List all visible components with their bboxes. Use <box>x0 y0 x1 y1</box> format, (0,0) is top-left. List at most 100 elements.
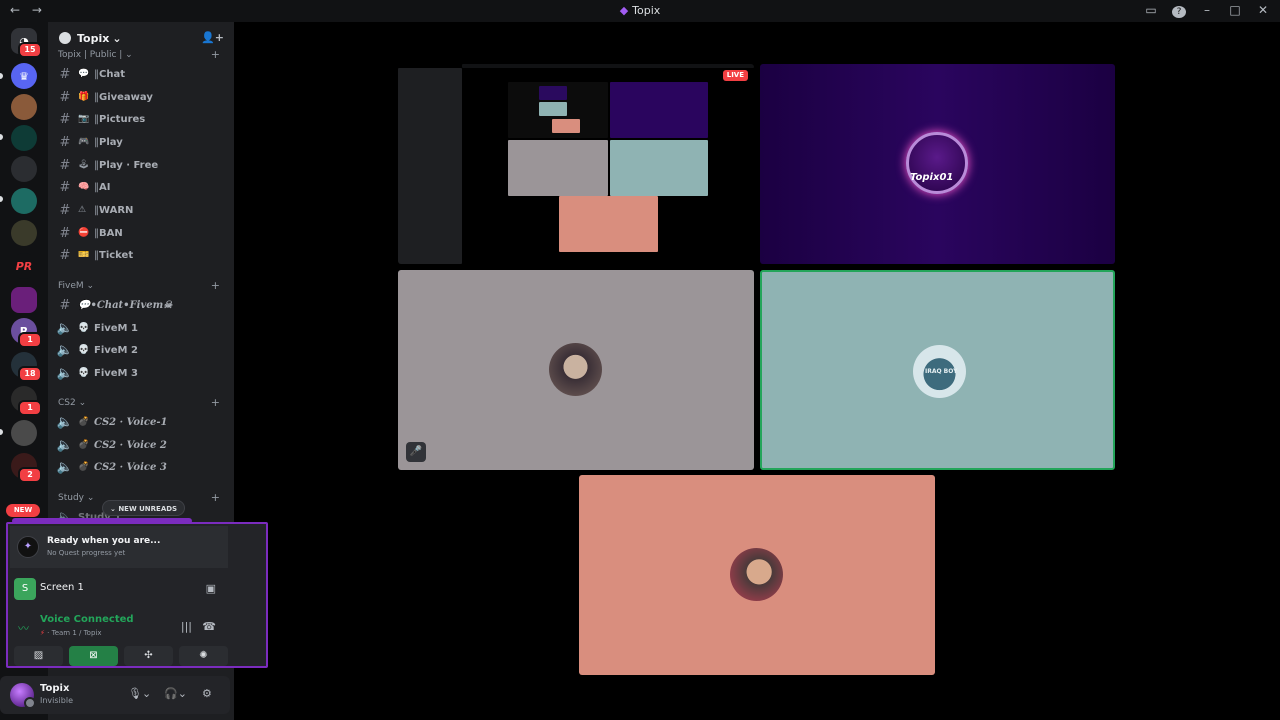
voice-channel-cs2-1[interactable]: 🔈 💣 CS2 · Voice-1 <box>56 412 224 432</box>
category-topix-public[interactable]: Topix | Public | ⌄ <box>58 50 133 60</box>
hashtag-icon: # <box>59 179 71 195</box>
channel-chat[interactable]: # 💬 ‖ Chat <box>56 64 224 84</box>
category-cs2[interactable]: CS2 ⌄ <box>58 398 86 408</box>
voice-status[interactable]: Voice Connected <box>40 614 134 625</box>
stop-stream-icon[interactable]: ▣ <box>206 582 216 595</box>
channel-label: FiveM 1 <box>94 322 138 334</box>
server-avatar-11[interactable]: 2 <box>11 453 42 483</box>
channel-label: Giveaway <box>99 91 153 103</box>
stream-preview-tile <box>610 82 708 138</box>
category-study[interactable]: Study ⌄ <box>58 493 94 503</box>
channel-giveaway[interactable]: # 🎁 ‖ Giveaway <box>56 87 224 107</box>
participant-avatar-label: IRAQ BOY <box>925 368 958 375</box>
soundboard-button[interactable]: ✺ <box>179 646 228 666</box>
channel-emoji: 💬 <box>78 69 90 79</box>
server-avatar-2[interactable] <box>11 125 37 151</box>
channel-label: Ticket <box>99 249 134 261</box>
server-avatar-9[interactable]: 1 <box>11 386 42 416</box>
headphones-icon[interactable]: 🎧⌄ <box>164 687 187 700</box>
server-badge: 1 <box>18 332 42 348</box>
channel-emoji: 💀 <box>78 345 90 355</box>
user-name[interactable]: Topix <box>40 683 69 694</box>
speaker-icon: 🔈 <box>56 459 74 475</box>
server-pr[interactable]: PR <box>11 253 37 279</box>
create-channel-icon[interactable]: + <box>211 491 220 504</box>
category-label: CS2 <box>58 398 76 408</box>
quest-icon: ✦ <box>17 536 39 558</box>
help-icon[interactable]: ? <box>1172 3 1186 18</box>
voice-channel-fivem-3[interactable]: 🔈 💀 FiveM 3 <box>56 363 224 383</box>
home-badge: 15 <box>18 42 42 58</box>
server-crown[interactable]: ♛ <box>11 63 37 89</box>
server-avatar-3[interactable] <box>11 156 37 182</box>
channel-chat-fivem[interactable]: # 💬•Chat•Fivem☠ <box>56 295 224 315</box>
category-fivem[interactable]: FiveM ⌄ <box>58 281 94 291</box>
server-badge: 2 <box>18 467 42 483</box>
disconnect-icon[interactable]: ☎ <box>202 620 216 633</box>
noise-suppression-icon[interactable]: ||| <box>181 620 192 633</box>
share-screen-button[interactable]: ⊠ <box>69 646 118 666</box>
soundboard-icon: ✺ <box>199 650 208 661</box>
activities-button[interactable]: ✣ <box>124 646 173 666</box>
stream-preview-mini <box>552 119 580 133</box>
quest-banner[interactable]: ✦ Ready when you are... No Quest progres… <box>10 526 228 568</box>
server-avatar-7[interactable]: R 1 <box>11 318 42 348</box>
server-avatar-1[interactable] <box>11 94 37 120</box>
server-avatar-8[interactable]: 18 <box>11 352 42 382</box>
window-controls: ▭ ? – □ ✕ <box>1144 3 1270 18</box>
hashtag-icon: # <box>59 202 71 218</box>
chevron-down-icon: ⌄ <box>112 31 122 45</box>
stream-tile[interactable]: LIVE <box>398 64 754 264</box>
close-icon[interactable]: ✕ <box>1256 3 1270 18</box>
minimize-icon[interactable]: – <box>1200 3 1214 18</box>
voice-channel-fivem-2[interactable]: 🔈 💀 FiveM 2 <box>56 340 224 360</box>
create-channel-icon[interactable]: + <box>211 279 220 292</box>
camera-off-button[interactable]: ▨ <box>14 646 63 666</box>
participant-tile-teal[interactable]: IRAQ BOY <box>760 270 1115 470</box>
settings-gear-icon[interactable]: ⚙ <box>202 687 212 700</box>
create-channel-icon[interactable]: + <box>211 48 220 61</box>
server-topix[interactable] <box>11 287 37 313</box>
new-unreads-button[interactable]: ⌄ NEW UNREADS <box>102 500 186 516</box>
voice-location[interactable]: ⚡ · Team 1 / Topix <box>40 629 102 637</box>
channel-emoji: 🎫 <box>78 250 90 260</box>
lightning-icon: ⚡ <box>40 629 45 637</box>
voice-channel-cs2-3[interactable]: 🔈 💣 CS2 · Voice 3 <box>56 457 224 477</box>
screen-share-icon: ⊠ <box>89 650 98 661</box>
create-channel-icon[interactable]: + <box>211 396 220 409</box>
participant-tile-salmon[interactable] <box>579 475 935 675</box>
channel-pictures[interactable]: # 📷 ‖ Pictures <box>56 109 224 129</box>
channel-ban[interactable]: # ⛔ ‖ BAN <box>56 223 224 243</box>
quest-title: Ready when you are... <box>47 536 161 546</box>
server-avatar-5[interactable] <box>11 220 37 246</box>
guild-name: Topix <box>77 31 110 45</box>
server-avatar-10[interactable] <box>11 420 37 446</box>
channel-warn[interactable]: # ⚠ ‖ WARN <box>56 200 224 220</box>
channel-ticket[interactable]: # 🎫 ‖ Ticket <box>56 245 224 265</box>
participant-tile-topix[interactable]: Topix01 <box>760 64 1115 264</box>
server-avatar-4[interactable] <box>11 188 37 214</box>
microphone-icon[interactable]: 🎙⌄ <box>128 687 151 700</box>
channel-play-free[interactable]: # 🕹 ‖ Play · Free <box>56 155 224 175</box>
invite-people-icon[interactable]: 👤+ <box>201 31 224 44</box>
voice-channel-cs2-2[interactable]: 🔈 💣 CS2 · Voice 2 <box>56 435 224 455</box>
inbox-icon[interactable]: ▭ <box>1144 3 1158 18</box>
window-title-area: ◆ Topix <box>0 4 1280 17</box>
screen-share-row[interactable]: S Screen 1 ▣ <box>10 572 228 606</box>
connection-signal-icon[interactable]: 〰 <box>18 620 29 636</box>
channel-play[interactable]: # 🎮 ‖ Play <box>56 132 224 152</box>
new-unreads-pill[interactable]: NEW <box>6 504 40 517</box>
speaker-icon: 🔈 <box>56 365 74 381</box>
speaker-icon: 🔈 <box>56 414 74 430</box>
voice-channel-fivem-1[interactable]: 🔈 💀 FiveM 1 <box>56 318 224 338</box>
quest-subtitle: No Quest progress yet <box>47 549 126 557</box>
stream-preview-tile <box>508 140 608 196</box>
speaker-icon: 🔈 <box>56 342 74 358</box>
home-button[interactable]: ◕ 15 <box>11 28 42 58</box>
maximize-icon[interactable]: □ <box>1228 3 1242 18</box>
participant-tile-grey[interactable]: 🎤 <box>398 270 754 470</box>
user-avatar[interactable] <box>10 683 36 709</box>
channel-ai[interactable]: # 🧠 ‖ AI <box>56 177 224 197</box>
hashtag-icon: # <box>59 225 71 241</box>
voice-status-row: 〰 Voice Connected ⚡ · Team 1 / Topix |||… <box>10 610 228 644</box>
